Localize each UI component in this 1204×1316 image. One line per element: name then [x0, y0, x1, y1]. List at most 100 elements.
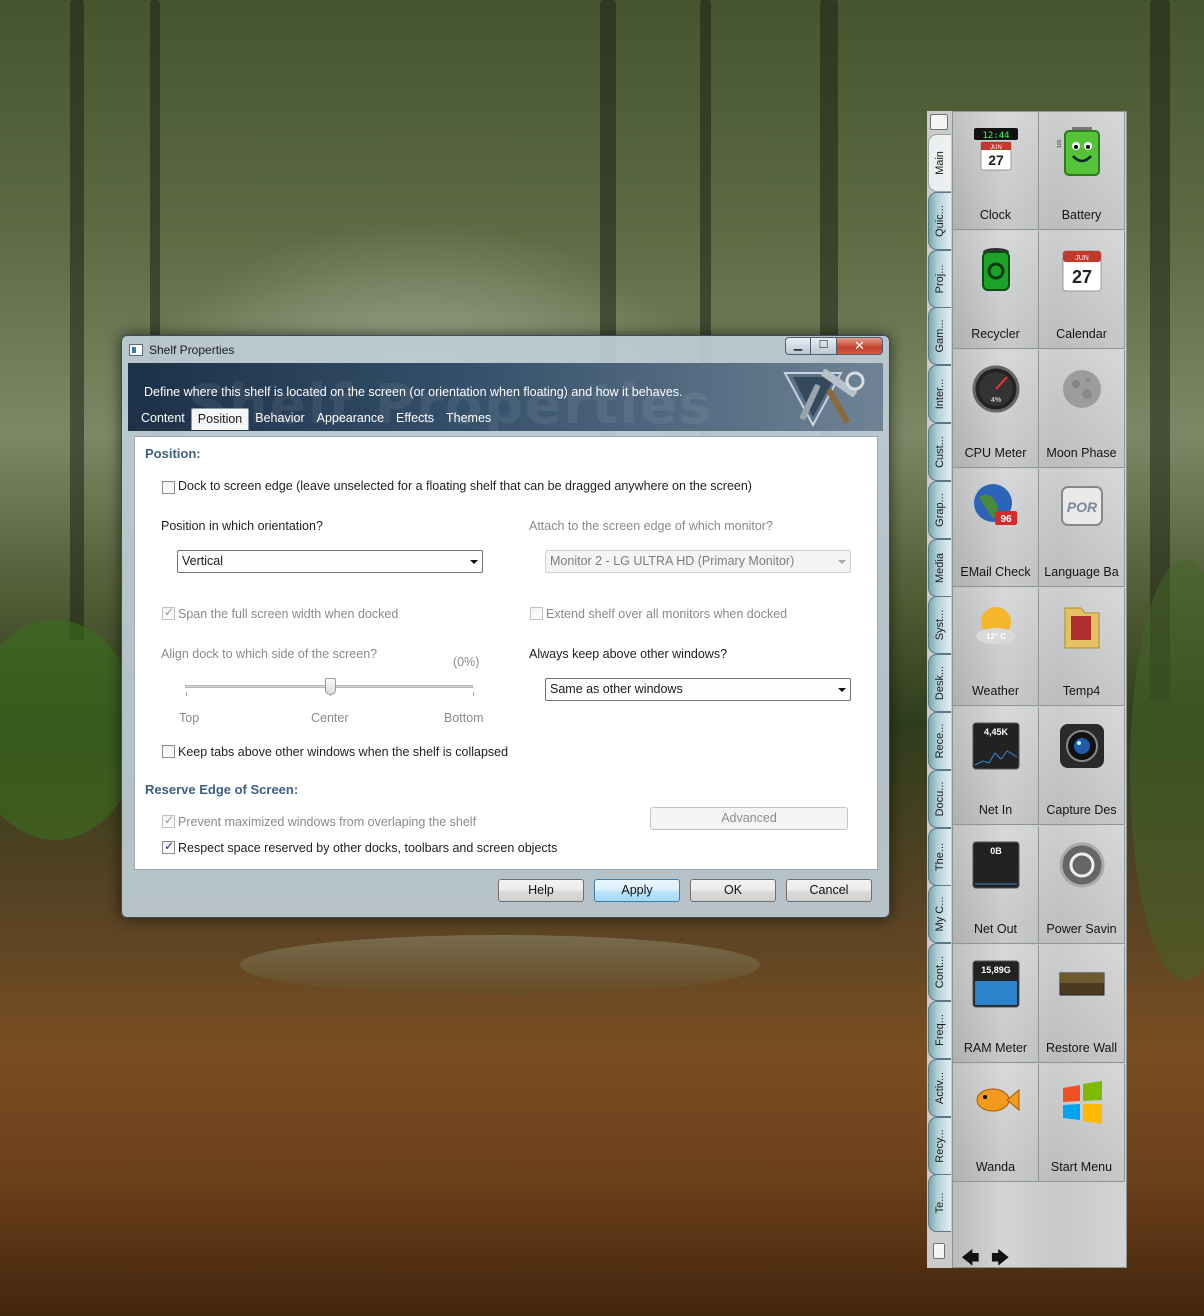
shelf-item-label: Recycler [971, 327, 1020, 341]
ok-button[interactable]: OK [690, 879, 776, 902]
shelf-tab[interactable]: Recy... [928, 1116, 951, 1175]
maximize-button[interactable]: ☐ [811, 337, 837, 355]
net-in-icon: 4,45K [971, 721, 1021, 771]
orientation-select[interactable]: Vertical [177, 550, 483, 573]
shelf-tab[interactable]: Te... [928, 1174, 951, 1233]
shelf-tab-label: Main [934, 151, 946, 175]
wallpaper-stream [240, 935, 760, 995]
respect-space-checkbox[interactable] [162, 839, 175, 854]
shelf-tab-label: Syst... [934, 610, 946, 641]
keep-tabs-above-checkbox[interactable] [162, 745, 175, 758]
shelf-item-label: Capture Des [1046, 803, 1117, 817]
shelf-tab[interactable]: Grap... [928, 480, 951, 539]
shelf-tab[interactable]: Cust... [928, 423, 951, 481]
caption-buttons: ▁ ☐ ✕ [785, 337, 883, 355]
forward-arrow-icon[interactable]: 🡆 [991, 1246, 1010, 1276]
shelf-tab[interactable]: Main [928, 134, 951, 192]
align-slider-thumb[interactable] [325, 678, 336, 695]
shelf-item[interactable]: POR Language Ba [1039, 469, 1125, 587]
close-button[interactable]: ✕ [837, 337, 883, 355]
moon-phase-icon [1057, 364, 1107, 414]
shelf-tab-label: Desk... [934, 666, 946, 701]
dock-to-edge-checkbox[interactable] [162, 481, 175, 494]
orientation-label: Position in which orientation? [161, 519, 323, 533]
position-section-title: Position: [145, 446, 201, 461]
icon-text: 4,45K [984, 727, 1009, 737]
shelf-tab[interactable]: My C... [928, 885, 951, 944]
shelf-item[interactable]: Recycler [953, 231, 1039, 349]
tab-behavior[interactable]: Behavior [249, 408, 310, 430]
shelf-item-label: Weather [971, 684, 1019, 698]
shelf-item[interactable]: Restore Wall [1039, 945, 1125, 1063]
shelf-tab[interactable]: The... [928, 827, 951, 886]
shelf-tab-label: Proj... [934, 264, 946, 293]
shelf-tab[interactable]: Desk... [928, 654, 951, 713]
span-full-width-checkbox[interactable] [162, 605, 175, 620]
battery-icon: 100 [1057, 126, 1107, 176]
slider-tick [473, 692, 474, 696]
shelf-tab[interactable]: Inter... [928, 365, 951, 424]
shelf-item[interactable]: 4% CPU Meter [953, 350, 1039, 468]
extend-all-monitors-checkbox[interactable] [530, 607, 543, 620]
tab-strip: Content Position Behavior Appearance Eff… [135, 408, 497, 430]
shelf-tab[interactable]: Freq... [928, 1001, 951, 1059]
minimize-button[interactable]: ▁ [785, 337, 811, 355]
shelf-tab[interactable]: Docu... [928, 769, 951, 828]
align-label: Align dock to which side of the screen? [161, 647, 378, 661]
shelf-item[interactable]: 0B Net Out [953, 826, 1039, 944]
icon-text: 4% [991, 397, 1001, 404]
shelf-tab[interactable]: Gam... [928, 307, 951, 366]
shelf-tab[interactable]: Cont... [928, 943, 951, 1002]
shelf-item[interactable]: 12° C Weather [953, 588, 1039, 706]
shelf-item[interactable]: Wanda [953, 1064, 1039, 1182]
shelf-item[interactable]: Power Savin [1039, 826, 1125, 944]
shelf-tab[interactable]: Activ... [928, 1058, 951, 1117]
shelf-collapse-icon[interactable] [933, 1243, 945, 1259]
shelf-tab[interactable]: Media [928, 538, 951, 597]
apply-button[interactable]: Apply [594, 879, 680, 902]
keep-tabs-above-label: Keep tabs above other windows when the s… [178, 745, 509, 759]
shelf-tab-label: Inter... [934, 378, 946, 410]
span-full-width-label: Span the full screen width when docked [178, 607, 399, 621]
shelf-item[interactable]: JUN 27 Calendar [1039, 231, 1125, 349]
dock-to-edge-label: Dock to screen edge (leave unselected fo… [178, 479, 752, 493]
shelf-item[interactable]: Temp4 [1039, 588, 1125, 706]
shelf-tab-label: Freq... [934, 1014, 946, 1046]
tab-position[interactable]: Position [190, 408, 250, 430]
monitor-value: Monitor 2 - LG ULTRA HD (Primary Monitor… [550, 554, 795, 568]
orientation-value: Vertical [182, 554, 223, 568]
shelf-tab-label: Quic... [934, 204, 946, 237]
camera-icon [1057, 721, 1107, 771]
shelf-item[interactable]: 12:44 JUN 27 Clock [953, 112, 1039, 230]
shelf-item[interactable]: 96 EMail Check [953, 469, 1039, 587]
shelf-item[interactable]: Capture Des [1039, 707, 1125, 825]
window-icon [129, 344, 143, 356]
tab-content[interactable]: Content [135, 408, 191, 430]
shelf-item[interactable]: Start Menu [1039, 1064, 1125, 1182]
cancel-button[interactable]: Cancel [786, 879, 872, 902]
tab-appearance[interactable]: Appearance [311, 408, 390, 430]
shelf-tab[interactable]: Quic... [928, 191, 951, 250]
folder-icon [1057, 602, 1107, 652]
shelf-tab[interactable]: Syst... [928, 596, 951, 655]
tab-effects[interactable]: Effects [390, 408, 440, 430]
weather-icon: 12° C [971, 602, 1021, 652]
net-out-icon: 0B [971, 840, 1021, 890]
wallpaper-bush [1130, 560, 1204, 980]
shelf-item[interactable]: Moon Phase [1039, 350, 1125, 468]
shelf-item[interactable]: 15,89G RAM Meter [953, 945, 1039, 1063]
advanced-button[interactable]: Advanced [650, 807, 848, 830]
prevent-maximized-checkbox[interactable] [162, 813, 175, 828]
monitor-select[interactable]: Monitor 2 - LG ULTRA HD (Primary Monitor… [545, 550, 851, 573]
shelf-tab[interactable]: Rece... [928, 712, 951, 770]
shelf-item[interactable]: 100 Battery [1039, 112, 1125, 230]
title-bar[interactable]: Shelf Properties ▁ ☐ ✕ [122, 336, 889, 363]
help-button[interactable]: Help [498, 879, 584, 902]
shelf-item[interactable]: 4,45K Net In [953, 707, 1039, 825]
keep-above-select[interactable]: Same as other windows [545, 678, 851, 701]
shelf-tab[interactable]: Proj... [928, 249, 951, 308]
back-arrow-icon[interactable]: 🡄 [961, 1246, 980, 1276]
icon-text: 100 [1057, 139, 1063, 148]
shelf-menu-icon[interactable] [930, 114, 948, 130]
tab-themes[interactable]: Themes [440, 408, 497, 430]
